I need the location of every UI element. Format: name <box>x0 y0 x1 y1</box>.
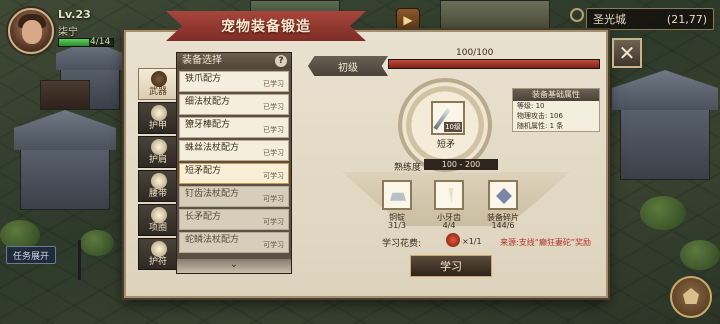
recipe-item[interactable]: 蛇鳞法杖配方 可学习 <box>179 232 289 253</box>
player-name: 柒宁 <box>58 27 78 38</box>
location-bar[interactable]: 圣光城 (21,77) <box>586 8 714 30</box>
proficiency-label: 熟练度 <box>394 163 422 173</box>
material-slot-tooth[interactable] <box>434 180 464 210</box>
recipe-item[interactable]: 钉齿法杖配方 可学习 <box>179 186 289 207</box>
item-name: 短矛 <box>437 140 456 150</box>
gem-icon <box>446 233 460 247</box>
settings-gear-icon[interactable] <box>570 8 584 22</box>
learn-button[interactable]: 学习 <box>410 255 492 277</box>
recipe-list-title: 装备选择 <box>182 55 222 66</box>
material-count: 31/3 <box>388 221 406 230</box>
recipe-status: 已学习 <box>263 103 284 111</box>
tab-weapon[interactable]: 武器 <box>138 68 178 100</box>
scroll-down-chevron-icon[interactable]: ⌄ <box>177 259 291 273</box>
dialog-title: 宠物装备锻造 <box>166 11 366 41</box>
recipe-status: 已学习 <box>263 149 284 157</box>
task-expand-button[interactable]: 任务展开 <box>6 246 56 264</box>
recipe-item[interactable]: 细法杖配方 已学习 <box>179 94 289 115</box>
tab-shoulder[interactable]: 护肩 <box>138 136 178 168</box>
tab-collar[interactable]: 项圈 <box>138 204 178 236</box>
recipe-name: 蛇鳞法杖配方 <box>185 235 240 245</box>
material-count: 144/6 <box>491 221 515 230</box>
recipe-name: 长矛配方 <box>185 212 222 222</box>
shoulder-icon <box>151 139 167 155</box>
recipe-status: 可学习 <box>263 218 284 226</box>
attribute-row: 等级: 10 <box>517 102 545 110</box>
proficiency-value: 100 - 200 <box>424 159 498 170</box>
recipe-name: 铁爪配方 <box>185 74 222 84</box>
cost-value: ×1/1 <box>462 237 482 246</box>
recipe-list-header: 装备选择 ? <box>177 53 291 69</box>
close-icon: ✕ <box>618 41 636 65</box>
attribute-panel: 装备基础属性 等级: 10 物理攻击: 106 随机属性: 1 条 <box>512 88 600 132</box>
amulet-icon <box>151 241 167 257</box>
tab-armor[interactable]: 护甲 <box>138 102 178 134</box>
recipe-name: 短矛配方 <box>185 166 222 176</box>
tooth-icon <box>448 188 454 204</box>
location-name: 圣光城 <box>593 13 626 26</box>
recipe-name: 钉齿法杖配方 <box>185 189 240 199</box>
recipe-item[interactable]: 獠牙棒配方 已学习 <box>179 117 289 138</box>
recipe-item[interactable]: 蛛丝法杖配方 已学习 <box>179 140 289 161</box>
weapon-icon <box>151 71 167 87</box>
location-coords: (21,77) <box>666 12 707 26</box>
help-icon[interactable]: ? <box>275 55 287 67</box>
player-level: Lv.23 <box>58 8 91 21</box>
recipe-status: 可学习 <box>263 195 284 203</box>
recipe-status: 可学习 <box>263 172 284 180</box>
item-slot[interactable]: 10级 <box>431 101 465 135</box>
shard-icon <box>496 188 512 204</box>
recipe-item[interactable]: 长矛配方 可学习 <box>179 209 289 230</box>
recipe-item-selected[interactable]: 短矛配方 可学习 <box>179 163 289 184</box>
player-hp-text: 4/14 <box>90 37 111 47</box>
armor-icon <box>151 105 167 121</box>
play-arrow-icon: ▶ <box>403 13 413 27</box>
exp-bar <box>388 59 600 69</box>
exp-text: 100/100 <box>456 48 494 58</box>
ingot-icon <box>390 192 406 201</box>
category-tabs: 武器 护甲 护肩 腰带 项圈 护符 <box>138 68 180 272</box>
collar-icon <box>151 207 167 223</box>
material-slot-shard[interactable] <box>488 180 518 210</box>
forge-level-tag: 初级 <box>308 56 388 76</box>
close-button[interactable]: ✕ <box>612 38 642 68</box>
tab-amulet[interactable]: 护符 <box>138 238 178 270</box>
material-count: 4/4 <box>442 221 456 230</box>
material-slot-ingot[interactable] <box>382 180 412 210</box>
recipe-name: 蛛丝法杖配方 <box>185 143 240 153</box>
recipe-status: 可学习 <box>263 241 284 249</box>
belt-icon <box>151 173 167 189</box>
player-avatar[interactable] <box>8 8 54 54</box>
source-text: 来源:支线“癫狂妻砣”奖励 <box>500 238 591 247</box>
recipe-status: 已学习 <box>263 80 284 88</box>
castle-menu-button[interactable] <box>670 276 712 318</box>
item-level-badge: 10级 <box>444 122 462 132</box>
attribute-row: 物理攻击: 106 <box>517 112 563 120</box>
attribute-header: 装备基础属性 <box>513 89 599 101</box>
cost-label: 学习花费: <box>382 239 422 249</box>
expand-arrow-button[interactable]: ▶ <box>396 8 420 32</box>
recipe-item[interactable]: 铁爪配方 已学习 <box>179 71 289 92</box>
recipe-status: 已学习 <box>263 126 284 134</box>
tab-belt[interactable]: 腰带 <box>138 170 178 202</box>
recipe-name: 细法杖配方 <box>185 97 231 107</box>
recipe-list: 装备选择 ? 铁爪配方 已学习 细法杖配方 已学习 獠牙棒配方 已学习 蛛丝法杖… <box>176 52 292 274</box>
recipe-name: 獠牙棒配方 <box>185 120 231 130</box>
attribute-row: 随机属性: 1 条 <box>517 122 564 130</box>
